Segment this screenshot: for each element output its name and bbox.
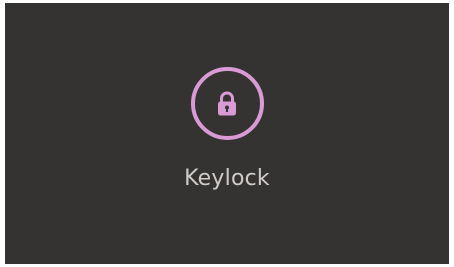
keylock-screen: Keylock	[5, 3, 449, 264]
padlock-icon	[216, 91, 238, 117]
lock-status-ring	[190, 67, 264, 140]
keylock-label: Keylock	[184, 166, 270, 191]
